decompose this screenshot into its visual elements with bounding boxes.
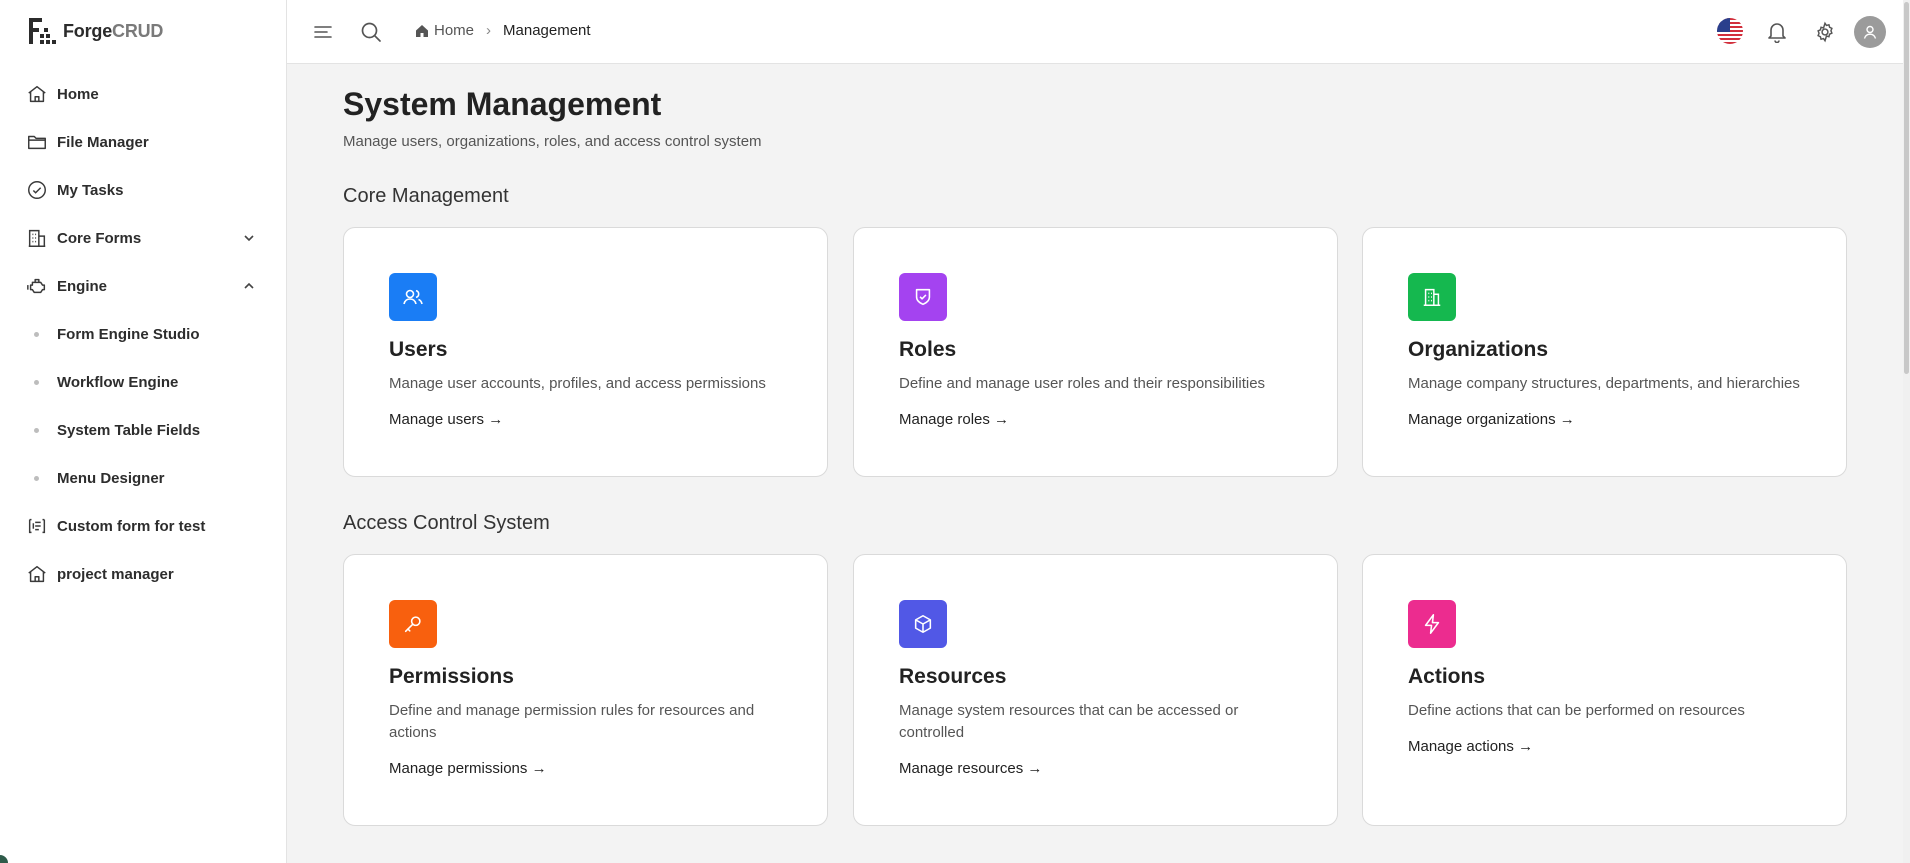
sidebar-item-home[interactable]: Home — [0, 70, 287, 118]
sidebar-item-custom-form-for-test[interactable]: Custom form for test — [0, 502, 287, 550]
menu-toggle-button[interactable] — [309, 18, 337, 46]
breadcrumb-current: Management — [503, 22, 591, 39]
chevron-down-icon[interactable] — [241, 230, 257, 246]
bullet-icon — [34, 427, 39, 433]
bullet-icon — [34, 331, 39, 337]
engine-icon — [24, 273, 50, 299]
section-title-core-management: Core Management — [343, 185, 509, 207]
house-icon — [24, 561, 50, 587]
gear-icon — [1817, 21, 1833, 43]
bullet-icon — [34, 475, 39, 481]
sidebar-item-label: Custom form for test — [57, 517, 206, 535]
breadcrumb-home[interactable]: Home — [415, 22, 474, 39]
sidebar-subitem-menu-designer[interactable]: Menu Designer — [0, 454, 287, 502]
card-users[interactable]: Users Manage user accounts, profiles, an… — [343, 227, 828, 477]
app-logo[interactable]: ForgeCRUD — [27, 16, 163, 46]
sidebar-item-label: System Table Fields — [57, 421, 201, 439]
manage-users-link[interactable]: Manage users → — [389, 411, 503, 428]
card-title: Organizations — [1408, 338, 1549, 361]
brand-name: ForgeCRUD — [63, 21, 163, 42]
lightning-icon — [1408, 600, 1456, 648]
card-description: Define and manage user roles and their r… — [899, 375, 1266, 392]
key-icon — [389, 600, 437, 648]
breadcrumb-home-label: Home — [434, 22, 475, 39]
notifications-button[interactable] — [1763, 18, 1791, 46]
bell-icon — [1768, 23, 1786, 43]
bullet-icon — [34, 379, 39, 385]
card-description: Define actions that can be performed on … — [1408, 702, 1745, 719]
form-icon — [24, 513, 50, 539]
user-icon — [1863, 25, 1877, 39]
sidebar-item-core-forms[interactable]: Core Forms — [0, 214, 287, 262]
breadcrumb: Home › Management — [415, 22, 591, 39]
language-selector[interactable] — [1717, 18, 1743, 44]
card-actions[interactable]: Actions Define actions that can be perfo… — [1362, 554, 1847, 826]
sidebar-item-label: Engine — [57, 277, 108, 295]
chevron-up-icon[interactable] — [241, 278, 257, 294]
settings-button[interactable] — [1811, 18, 1839, 46]
sidebar-item-label: project manager — [57, 565, 174, 583]
card-title: Permissions — [389, 665, 514, 688]
forge-logo-icon — [29, 18, 56, 44]
card-description: Manage company structures, departments, … — [1408, 375, 1800, 392]
card-description: Define and manage permission rules for r… — [389, 702, 755, 741]
scrollbar-thumb[interactable] — [1904, 2, 1909, 374]
card-permissions[interactable]: Permissions Define and manage permission… — [343, 554, 828, 826]
card-title: Actions — [1408, 665, 1486, 688]
sidebar-item-label: Menu Designer — [57, 469, 165, 487]
card-roles[interactable]: Roles Define and manage user roles and t… — [853, 227, 1338, 477]
us-flag-icon — [1717, 18, 1743, 44]
sidebar-item-project-manager[interactable]: project manager — [0, 550, 287, 598]
users-icon — [389, 273, 437, 321]
sidebar-item-label: Core Forms — [57, 229, 142, 247]
sidebar-subitem-form-engine-studio[interactable]: Form Engine Studio — [0, 310, 287, 358]
page-title: System Management — [343, 86, 662, 122]
card-resources[interactable]: Resources Manage system resources that c… — [853, 554, 1338, 826]
hamburger-icon — [314, 26, 332, 38]
sidebar-nav: Home File Manager My Tasks Core Forms En… — [0, 70, 287, 598]
sidebar-item-label: File Manager — [57, 133, 149, 151]
sidebar-item-label: Workflow Engine — [57, 373, 179, 391]
sidebar-item-file-manager[interactable]: File Manager — [0, 118, 287, 166]
card-title: Users — [389, 338, 448, 361]
page-scrollbar[interactable] — [1903, 0, 1910, 863]
user-avatar[interactable] — [1854, 16, 1886, 48]
search-button[interactable] — [357, 18, 385, 46]
search-icon — [361, 22, 381, 42]
sidebar-item-label: Form Engine Studio — [57, 325, 200, 343]
folder-icon — [24, 129, 50, 155]
building-icon — [24, 225, 50, 251]
sidebar-item-engine[interactable]: Engine — [0, 262, 287, 310]
manage-permissions-link[interactable]: Manage permissions → — [389, 760, 547, 777]
house-icon — [24, 81, 50, 107]
card-title: Roles — [899, 338, 957, 361]
sidebar-item-my-tasks[interactable]: My Tasks — [0, 166, 287, 214]
card-title: Resources — [899, 665, 1007, 688]
manage-resources-link[interactable]: Manage resources → — [899, 760, 1042, 777]
sidebar-subitem-workflow-engine[interactable]: Workflow Engine — [0, 358, 287, 406]
brand-name-forge: Forge — [63, 20, 113, 41]
manage-roles-link[interactable]: Manage roles → — [899, 411, 1009, 428]
cube-icon — [899, 600, 947, 648]
brand-name-crud: CRUD — [112, 20, 164, 41]
card-organizations[interactable]: Organizations Manage company structures,… — [1362, 227, 1847, 477]
sidebar-item-label: Home — [57, 85, 99, 103]
card-description: Manage user accounts, profiles, and acce… — [389, 375, 766, 392]
breadcrumb-separator: › — [486, 22, 492, 39]
check-circle-icon — [24, 177, 50, 203]
home-icon — [416, 24, 428, 37]
shield-check-icon — [899, 273, 947, 321]
manage-actions-link[interactable]: Manage actions → — [1408, 738, 1533, 755]
manage-organizations-link[interactable]: Manage organizations → — [1408, 411, 1575, 428]
sidebar: ForgeCRUD Home File Manager My Tasks Cor… — [0, 0, 287, 863]
card-description: Manage system resources that can be acce… — [899, 702, 1239, 741]
top-bar: Home › Management — [287, 0, 1903, 64]
sidebar-item-label: My Tasks — [57, 181, 124, 199]
building-icon — [1408, 273, 1456, 321]
section-title-access-control: Access Control System — [343, 512, 550, 534]
sidebar-subitem-system-table-fields[interactable]: System Table Fields — [0, 406, 287, 454]
page-subtitle: Manage users, organizations, roles, and … — [343, 133, 762, 150]
